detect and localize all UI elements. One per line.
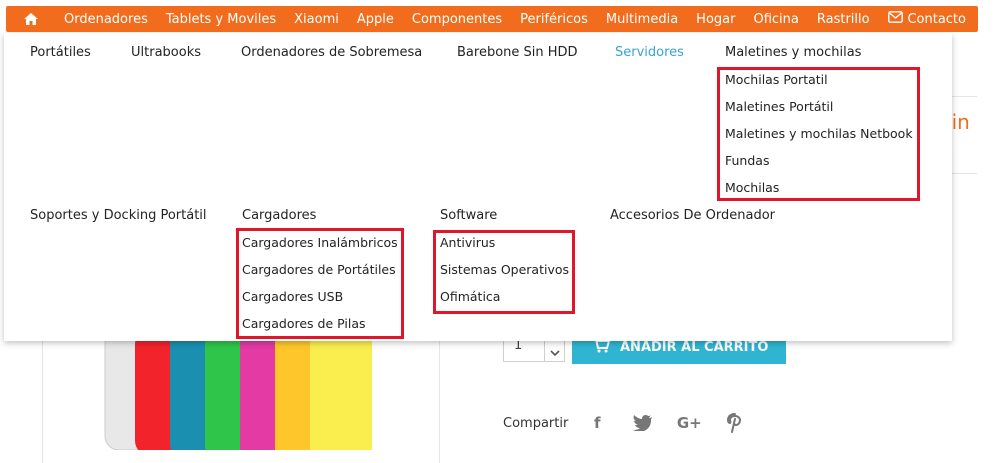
envelope-icon <box>888 11 904 27</box>
nav-contacto-label: Contacto <box>907 11 966 27</box>
submenu-maletines-netbook[interactable]: Maletines y mochilas Netbook <box>725 120 913 147</box>
facebook-icon[interactable]: f <box>582 408 612 438</box>
submenu-cargadores-inalambricos[interactable]: Cargadores Inalámbricos <box>242 229 398 256</box>
software-submenu: Antivirus Sistemas Operativos Ofimática <box>440 229 569 310</box>
menu-maletines-mochilas[interactable]: Maletines y mochilas <box>725 45 861 60</box>
menu-ordenadores-sobremesa[interactable]: Ordenadores de Sobremesa <box>241 45 422 60</box>
submenu-sistemas-operativos[interactable]: Sistemas Operativos <box>440 256 569 283</box>
share-label: Compartir <box>503 415 569 431</box>
home-icon[interactable] <box>6 6 56 32</box>
mega-menu-dropdown: Portátiles Ultrabooks Ordenadores de Sob… <box>4 33 952 341</box>
nav-contacto[interactable]: Contacto <box>888 11 966 27</box>
main-navigation: Ordenadores Tablets y Moviles Xiaomi App… <box>6 6 978 32</box>
nav-tablets-moviles[interactable]: Tablets y Moviles <box>166 12 276 27</box>
product-image <box>104 340 372 450</box>
nav-xiaomi[interactable]: Xiaomi <box>294 12 339 27</box>
twitter-icon[interactable] <box>628 408 658 438</box>
submenu-cargadores-usb[interactable]: Cargadores USB <box>242 283 398 310</box>
submenu-fundas[interactable]: Fundas <box>725 147 913 174</box>
submenu-ofimatica[interactable]: Ofimática <box>440 283 569 310</box>
submenu-antivirus[interactable]: Antivirus <box>440 229 569 256</box>
submenu-mochilas[interactable]: Mochilas <box>725 174 913 201</box>
menu-software[interactable]: Software <box>440 208 497 223</box>
menu-barebone[interactable]: Barebone Sin HDD <box>457 45 578 60</box>
menu-servidores[interactable]: Servidores <box>615 45 684 60</box>
menu-ultrabooks[interactable]: Ultrabooks <box>131 45 201 60</box>
submenu-mochilas-portatil[interactable]: Mochilas Portatil <box>725 66 913 93</box>
menu-accesorios-ordenador[interactable]: Accesorios De Ordenador <box>610 208 775 223</box>
submenu-cargadores-pilas[interactable]: Cargadores de Pilas <box>242 310 398 337</box>
nav-rastrillo[interactable]: Rastrillo <box>817 12 870 27</box>
menu-portatiles[interactable]: Portátiles <box>30 45 91 60</box>
share-bar: Compartir f G+ <box>503 408 750 438</box>
nav-ordenadores[interactable]: Ordenadores <box>64 12 148 27</box>
nav-oficina[interactable]: Oficina <box>753 12 798 27</box>
maletines-submenu: Mochilas Portatil Maletines Portátil Mal… <box>725 66 913 201</box>
googleplus-icon[interactable]: G+ <box>674 408 704 438</box>
nav-multimedia[interactable]: Multimedia <box>606 12 678 27</box>
nav-apple[interactable]: Apple <box>357 12 394 27</box>
nav-componentes[interactable]: Componentes <box>412 12 502 27</box>
nav-hogar[interactable]: Hogar <box>696 12 735 27</box>
add-to-cart-label: AÑADIR AL CARRITO <box>620 339 769 355</box>
menu-soportes-docking[interactable]: Soportes y Docking Portátil <box>30 208 207 223</box>
cargadores-submenu: Cargadores Inalámbricos Cargadores de Po… <box>242 229 398 337</box>
menu-cargadores[interactable]: Cargadores <box>242 208 316 223</box>
pinterest-icon[interactable] <box>720 408 750 438</box>
submenu-cargadores-portatiles[interactable]: Cargadores de Portátiles <box>242 256 398 283</box>
submenu-maletines-portatil[interactable]: Maletines Portátil <box>725 93 913 120</box>
nav-perifericos[interactable]: Periféricos <box>520 12 588 27</box>
